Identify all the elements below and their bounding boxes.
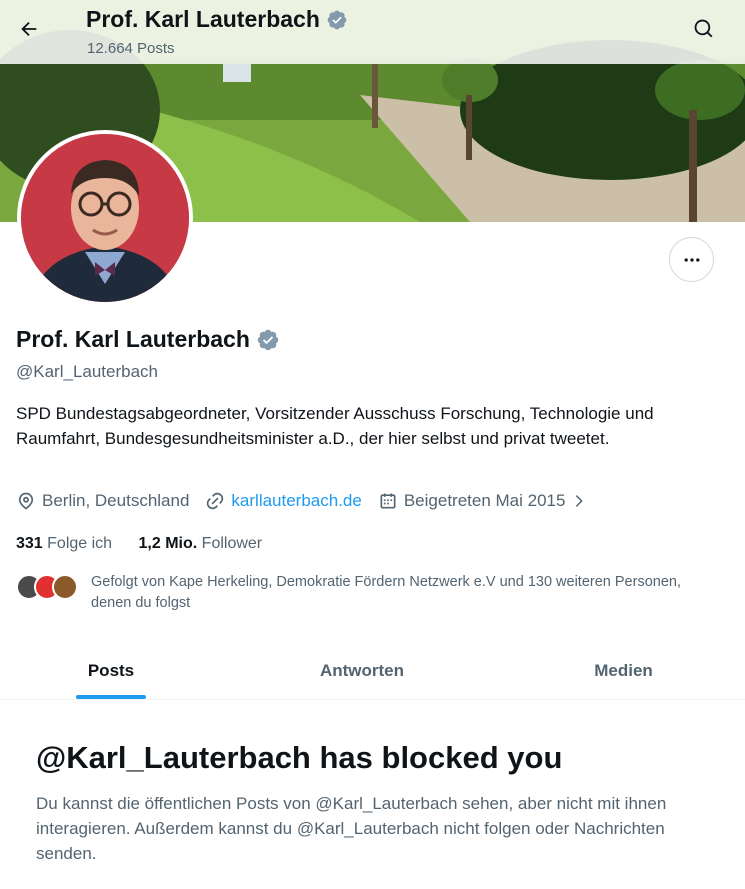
blocked-title: @Karl_Lauterbach has blocked you — [36, 740, 563, 775]
tab-label: Posts — [87, 660, 135, 680]
known-followers-avatars — [16, 572, 78, 602]
profile-avatar[interactable] — [17, 130, 193, 306]
avatar-image — [21, 134, 189, 302]
search-icon — [694, 19, 713, 38]
header-title: Prof. Karl Lauterbach — [86, 6, 348, 33]
verified-badge-icon[interactable] — [326, 9, 348, 31]
follow-stats: 331 Folge ich 1,2 Mio. Follower — [16, 535, 284, 553]
following-link[interactable]: 331 Folge ich — [16, 535, 112, 552]
link-icon — [207, 492, 224, 510]
tab-label: Medien — [594, 660, 653, 680]
location-text: Berlin, Deutschland — [42, 491, 190, 510]
location-pin-icon — [18, 492, 34, 510]
website-item: karllauterbach.de — [205, 491, 362, 511]
back-button[interactable] — [12, 12, 46, 46]
tab-replies[interactable]: Antworten — [222, 642, 502, 699]
tab-label: Antworten — [319, 660, 405, 680]
following-count: 331 — [16, 535, 43, 552]
followers-count: 1,2 Mio. — [138, 535, 198, 552]
search-button[interactable] — [689, 14, 719, 44]
profile-meta: Berlin, Deutschland karllauterbach.de Be… — [16, 491, 603, 511]
posts-count: 12.664 Posts — [87, 40, 175, 57]
known-followers[interactable]: Gefolgt von Kape Herkeling, Demokratie F… — [16, 572, 681, 611]
verified-badge-icon[interactable] — [256, 328, 280, 352]
profile-name: Prof. Karl Lauterbach — [16, 326, 250, 352]
blocked-message: Du kannst die öffentlichen Posts von @Ka… — [36, 794, 667, 863]
joined-text: Beigetreten Mai 2015 — [403, 491, 566, 510]
following-label: Folge ich — [47, 535, 113, 552]
more-options-button[interactable] — [669, 237, 714, 282]
tab-posts[interactable]: Posts — [0, 642, 222, 699]
active-tab-indicator — [76, 695, 146, 699]
tab-media[interactable]: Medien — [502, 642, 745, 699]
known-followers-text: Gefolgt von Kape Herkeling, Demokratie F… — [91, 574, 681, 611]
profile-bio: SPD Bundestagsabgeordneter, Vorsitzender… — [16, 404, 654, 448]
website-link[interactable]: karllauterbach.de — [231, 491, 361, 511]
profile-tabs: Posts Antworten Medien — [0, 642, 745, 700]
follower-avatar — [52, 574, 78, 600]
profile-handle: @Karl_Lauterbach — [16, 362, 159, 381]
header-name: Prof. Karl Lauterbach — [86, 6, 320, 32]
calendar-icon — [380, 493, 396, 509]
joined-item[interactable]: Beigetreten Mai 2015 — [378, 491, 588, 511]
chevron-right-icon — [576, 495, 584, 507]
arrow-left-icon — [21, 21, 37, 37]
more-horizontal-icon — [684, 257, 699, 262]
profile-name-row: Prof. Karl Lauterbach — [16, 326, 280, 353]
followers-label: Follower — [201, 535, 263, 552]
location-item: Berlin, Deutschland — [16, 491, 189, 511]
followers-link[interactable]: 1,2 Mio. Follower — [139, 535, 263, 552]
top-bar: Prof. Karl Lauterbach 12.664 Posts — [0, 0, 745, 64]
